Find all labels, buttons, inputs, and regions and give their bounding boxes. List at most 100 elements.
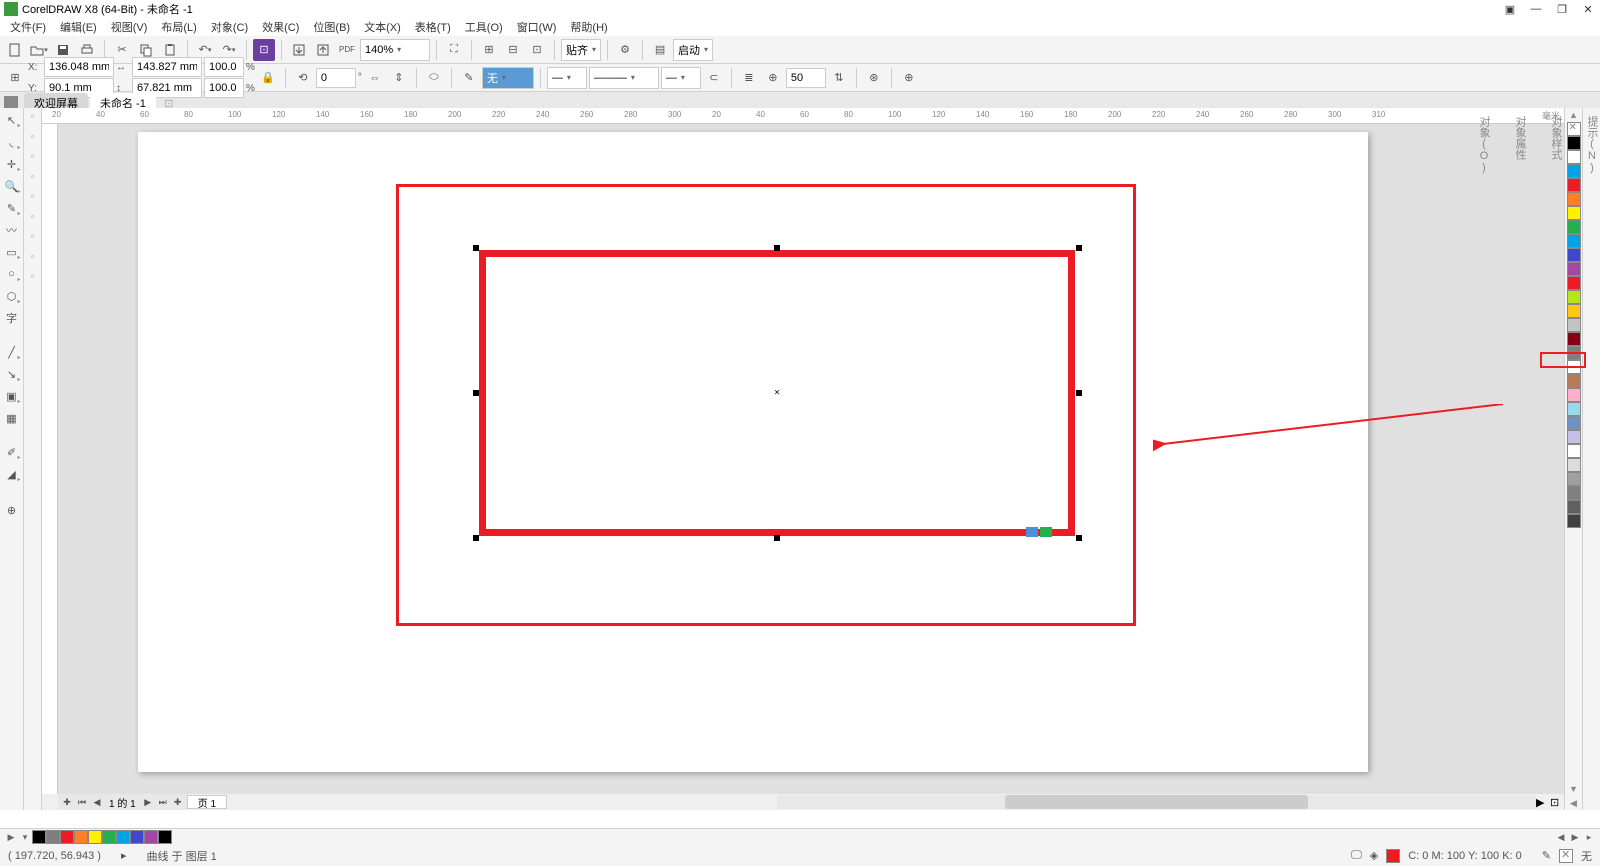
palette-scroll-down[interactable]: ▼ — [1567, 782, 1581, 796]
color-swatch[interactable] — [1567, 458, 1581, 472]
color-swatch[interactable] — [1567, 332, 1581, 346]
docker-object-styles[interactable]: 对象样式 — [1548, 116, 1564, 810]
freehand-tool[interactable]: ✎▸ — [2, 198, 22, 218]
guidelines-button[interactable]: ⊡ — [526, 39, 548, 61]
flyout-5[interactable]: ◦ — [26, 190, 40, 204]
mirror-h-button[interactable]: ⇔ — [364, 67, 386, 89]
flyout-6[interactable]: ◦ — [26, 210, 40, 224]
page-first-button[interactable]: ⏮ — [75, 795, 89, 809]
doc-palette-swatch[interactable] — [60, 830, 74, 844]
mirror-v-button[interactable]: ⇕ — [388, 67, 410, 89]
selection-handle-bc[interactable] — [774, 535, 780, 541]
launch-dropdown[interactable]: 启动▾ — [673, 39, 713, 61]
doc-palette-swatch[interactable] — [130, 830, 144, 844]
palette-flyout[interactable]: ◀ — [1567, 796, 1581, 810]
swatch-none[interactable] — [1567, 122, 1581, 136]
doc-palette-scroll-right[interactable]: ▶ — [1568, 830, 1582, 844]
flyout-2[interactable]: ◦ — [26, 130, 40, 144]
new-button[interactable] — [4, 39, 26, 61]
menu-text[interactable]: 文本(X) — [358, 19, 407, 35]
start-arrow-dropdown[interactable]: —▾ — [547, 67, 587, 89]
width-input[interactable] — [132, 57, 202, 77]
page-last-button[interactable]: ⏭ — [156, 795, 170, 809]
color-swatch[interactable] — [1567, 402, 1581, 416]
options-button[interactable]: ⚙ — [614, 39, 636, 61]
doc-palette-swatch[interactable] — [116, 830, 130, 844]
doc-palette-left[interactable]: ▶ — [4, 830, 18, 844]
selection-handle-bl[interactable] — [473, 535, 479, 541]
pick-tool[interactable]: ↖▸ — [2, 110, 22, 130]
drop-shadow-tool[interactable]: ▣▸ — [2, 386, 22, 406]
flyout-1[interactable]: ◦ — [26, 110, 40, 124]
menu-layout[interactable]: 布局(L) — [155, 19, 202, 35]
search-icon[interactable]: ⊡ — [253, 39, 275, 61]
wrap-button[interactable]: ≣ — [738, 67, 760, 89]
snap-dropdown[interactable]: 贴齐▾ — [561, 39, 601, 61]
flyout-7[interactable]: ◦ — [26, 230, 40, 244]
page-add-after-button[interactable]: ✚ — [171, 795, 185, 809]
scrollbar-thumb[interactable] — [1005, 795, 1309, 809]
color-swatch[interactable] — [1567, 430, 1581, 444]
menu-edit[interactable]: 编辑(E) — [54, 19, 103, 35]
scale-x-input[interactable] — [204, 57, 244, 77]
interactive-fill-tool[interactable]: ◢▸ — [2, 464, 22, 484]
page-tab-1[interactable]: 页 1 — [187, 795, 227, 809]
doc-palette-swatch[interactable] — [102, 830, 116, 844]
menu-help[interactable]: 帮助(H) — [564, 19, 613, 35]
wrap-stepper[interactable]: ⇅ — [828, 67, 850, 89]
color-swatch[interactable] — [1567, 388, 1581, 402]
window-restore-icon[interactable]: ❐ — [1554, 2, 1570, 16]
flyout-9[interactable]: ◦ — [26, 270, 40, 284]
connector-tool[interactable]: ↘▸ — [2, 364, 22, 384]
color-eyedropper-tool[interactable]: ✐▸ — [2, 442, 22, 462]
color-swatch[interactable] — [1567, 192, 1581, 206]
quick-customize-button[interactable]: ⊕ — [898, 67, 920, 89]
color-swatch[interactable] — [1567, 374, 1581, 388]
color-swatch[interactable] — [1567, 304, 1581, 318]
doc-palette-flyout[interactable]: ▸ — [1582, 830, 1596, 844]
menu-effects[interactable]: 效果(C) — [256, 19, 305, 35]
color-swatch[interactable] — [1567, 248, 1581, 262]
vertical-ruler[interactable] — [42, 124, 58, 794]
menu-table[interactable]: 表格(T) — [409, 19, 457, 35]
app-launcher-icon[interactable]: ▤ — [649, 39, 671, 61]
import-button[interactable] — [288, 39, 310, 61]
wrap-offset-input[interactable] — [786, 68, 826, 88]
grid-button[interactable]: ⊟ — [502, 39, 524, 61]
parallel-dimension-tool[interactable]: ╱▸ — [2, 342, 22, 362]
status-outline-swatch[interactable]: ✕ — [1559, 849, 1573, 863]
selection-handle-tr[interactable] — [1076, 245, 1082, 251]
shape-tool[interactable]: ◟▸ — [2, 132, 22, 152]
status-outline-icon[interactable]: ✎ — [1542, 849, 1551, 862]
horizontal-scrollbar[interactable] — [777, 795, 1536, 809]
status-fill-swatch[interactable] — [1386, 849, 1400, 863]
color-swatch[interactable] — [1567, 416, 1581, 430]
window-close-icon[interactable]: ✕ — [1580, 2, 1596, 16]
menu-bitmap[interactable]: 位图(B) — [307, 19, 356, 35]
zoom-dropdown[interactable]: 140%▾ — [360, 39, 430, 61]
doc-palette-swatch[interactable] — [158, 830, 172, 844]
page-add-button[interactable]: ✚ — [60, 795, 74, 809]
transparency-tool[interactable]: ▦ — [2, 408, 22, 428]
publish-pdf-button[interactable]: PDF — [336, 39, 358, 61]
presets-button[interactable]: ⊞ — [4, 67, 26, 89]
page-prev-button[interactable]: ◀ — [90, 795, 104, 809]
text-tool[interactable]: 字 — [2, 308, 22, 328]
end-arrow-dropdown[interactable]: —▾ — [661, 67, 701, 89]
selection-center-icon[interactable]: × — [774, 388, 780, 399]
doc-palette-swatch[interactable] — [144, 830, 158, 844]
round-corner-button[interactable]: ⬭ — [423, 67, 445, 89]
color-swatch[interactable] — [1567, 136, 1581, 150]
status-fill-icon[interactable]: ◈ — [1370, 849, 1378, 862]
docker-objects[interactable]: 对象(O) — [1476, 116, 1492, 810]
color-swatch[interactable] — [1567, 220, 1581, 234]
color-swatch[interactable] — [1567, 500, 1581, 514]
docker-hints[interactable]: 提示(N) — [1584, 116, 1600, 810]
zoom-tool[interactable]: 🔍▸ — [2, 176, 22, 196]
page-next-button[interactable]: ▶ — [141, 795, 155, 809]
color-swatch[interactable] — [1567, 318, 1581, 332]
fullscreen-button[interactable]: ⛶ — [443, 39, 465, 61]
selection-handle-tl[interactable] — [473, 245, 479, 251]
doc-palette-swatch[interactable] — [32, 830, 46, 844]
status-proof-icon[interactable]: 🖵 — [1351, 849, 1362, 862]
